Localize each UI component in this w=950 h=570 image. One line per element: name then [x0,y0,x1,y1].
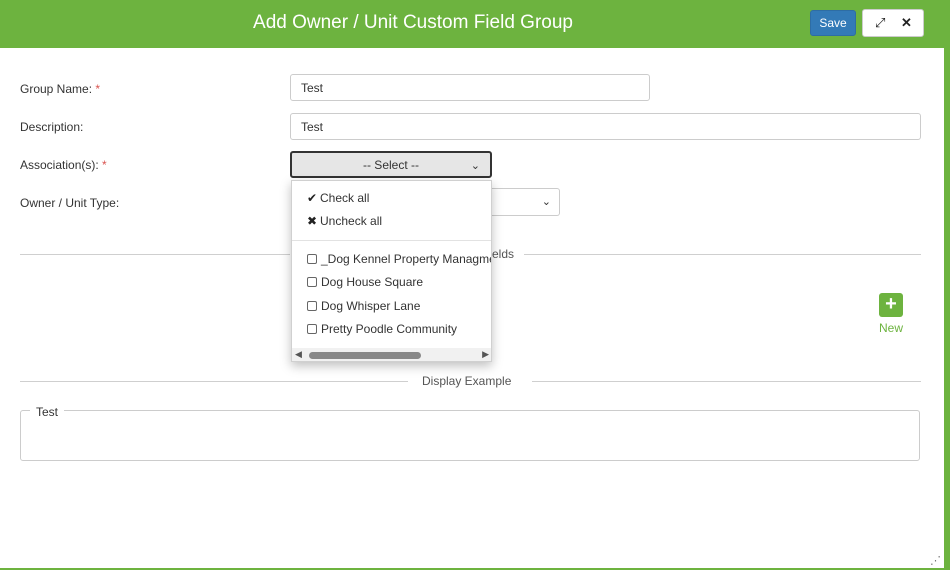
dialog-title: Add Owner / Unit Custom Field Group [253,12,573,33]
associations-selected-text: -- Select -- [362,158,419,172]
check-all-option[interactable]: ✔ Check all [307,191,369,205]
resize-handle-icon[interactable]: ⋰ [930,554,941,567]
checkbox[interactable] [307,277,317,287]
chevron-down-icon: ⌄ [470,160,480,172]
display-example-fieldset [20,410,920,461]
checkbox[interactable] [307,254,317,264]
scroll-left-icon[interactable]: ◀ [295,349,302,360]
x-mark-icon: ✖ [307,214,318,228]
new-field-label[interactable]: New [879,321,903,335]
association-option[interactable]: Pretty Poodle Community [307,322,457,336]
description-input[interactable] [290,113,921,140]
chevron-down-icon: ⌄ [541,196,551,208]
association-option[interactable]: Dog House Square [307,275,423,289]
fields-divider-right [524,254,921,255]
associations-dropdown: ✔ Check all ✖ Uncheck all _Dog Kennel Prop… [291,180,492,362]
display-example-legend: Test [30,405,65,419]
group-name-input[interactable] [290,74,650,101]
checkmark-icon: ✔ [307,191,318,205]
new-field-button[interactable]: + [879,293,903,317]
required-marker: * [102,158,107,172]
display-example-divider-left [20,381,408,382]
description-label: Description: [20,120,84,134]
checkbox[interactable] [307,301,317,311]
owner-unit-type-select[interactable]: ⌄ [490,188,560,216]
fields-divider-left [20,254,290,255]
display-example-label: Display Example [422,374,512,388]
owner-unit-type-label: Owner / Unit Type: [20,196,120,210]
display-example-divider-right [532,381,921,382]
window-controls: ⤢ ✕ [862,9,924,37]
uncheck-all-option[interactable]: ✖ Uncheck all [307,214,382,228]
scroll-right-icon[interactable]: ▶ [482,349,489,360]
plus-icon: + [885,293,897,315]
close-icon[interactable]: ✕ [901,16,912,30]
dialog-right-border [944,48,950,570]
fields-section-label: elds [492,247,515,261]
associations-label: Association(s): * [20,158,107,172]
association-option[interactable]: _Dog Kennel Property Managment [307,252,491,266]
group-name-label: Group Name: * [20,82,101,96]
dropdown-separator [292,240,491,241]
scrollbar-thumb[interactable] [309,352,421,359]
horizontal-scrollbar[interactable]: ◀ ▶ [292,348,491,361]
required-marker: * [95,82,101,96]
associations-multiselect[interactable]: -- Select -- ⌄ [290,151,492,178]
association-option[interactable]: Dog Whisper Lane [307,299,420,313]
checkbox[interactable] [307,324,317,334]
dialog-header: Add Owner / Unit Custom Field Group Save… [0,0,950,48]
expand-icon[interactable]: ⤢ [875,16,885,30]
save-button[interactable]: Save [810,10,856,36]
